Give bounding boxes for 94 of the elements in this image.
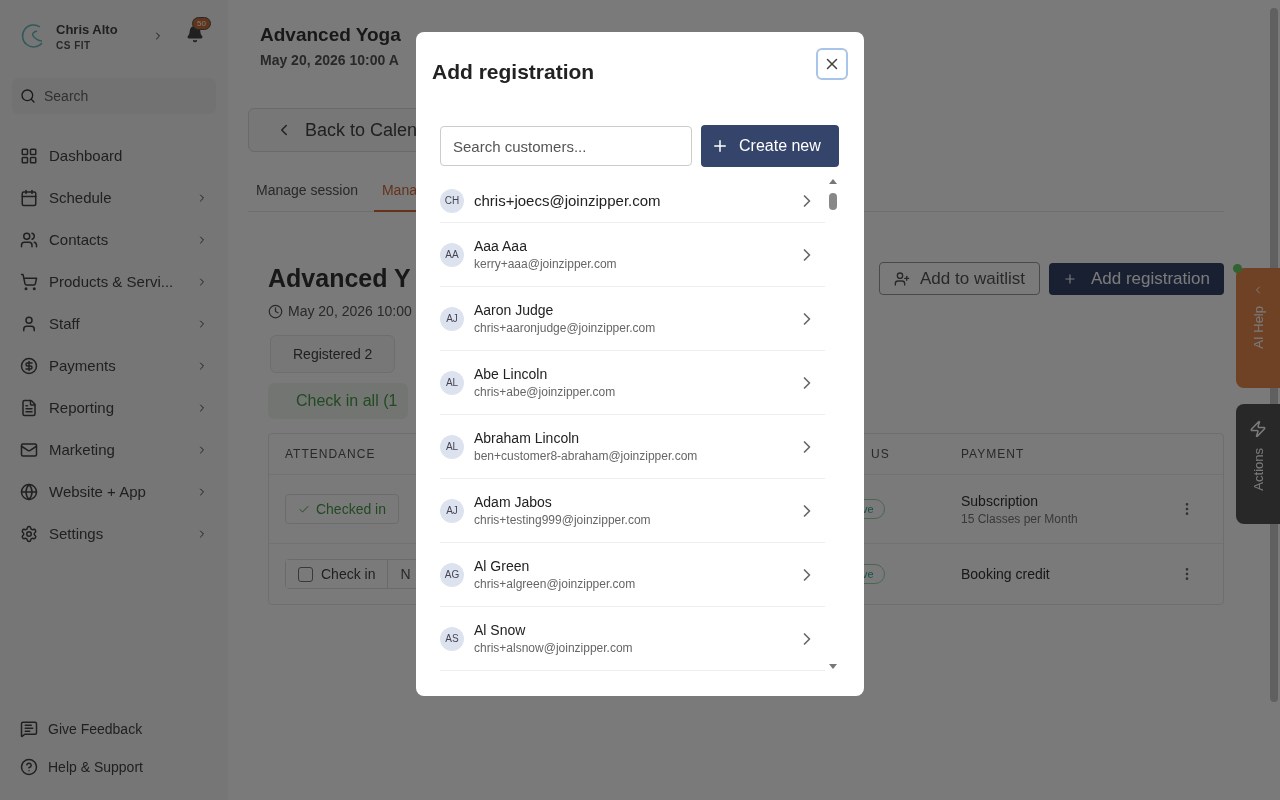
avatar: CH: [440, 188, 464, 213]
customer-name: Abe Lincoln: [474, 366, 549, 382]
table-cell-text: N: [399, 566, 411, 582]
customer-row[interactable]: AS Al Snow chris+alsnow@joinzipper.com: [440, 607, 825, 671]
page-date: May 20, 2026 10:00 A: [260, 52, 399, 68]
tab[interactable]: Manage session: [248, 176, 358, 212]
chat-icon: [20, 720, 38, 738]
dialog-title: Add registration: [432, 60, 595, 84]
add-to-waitlist-button[interactable]: Add to waitlist: [879, 262, 1040, 295]
help-icon: [20, 758, 38, 776]
plus-icon: [1062, 271, 1077, 286]
create-new-button[interactable]: Create new: [701, 125, 839, 167]
payment-text: Subscription: [961, 492, 1040, 509]
customer-email: chris+algreen@joinzipper.com: [474, 577, 637, 591]
customer-name: Abraham Lincoln: [474, 430, 581, 446]
dollar-icon: [20, 356, 38, 375]
sidebar-item[interactable]: Payments: [12, 346, 216, 385]
sidebar-item[interactable]: Staff: [12, 304, 216, 343]
customer-row[interactable]: AA Aaa Aaa kerry+aaa@joinzipper.com: [440, 223, 825, 287]
sidebar-link[interactable]: Help & Support: [12, 748, 216, 786]
sidebar-item[interactable]: Products & Servi...: [12, 262, 216, 301]
customer-row[interactable]: AJ Adam Jabos chris+testing999@joinzipper.com: [440, 479, 825, 543]
avatar: AA: [440, 242, 464, 267]
column-header: PAYMENT: [960, 446, 1026, 463]
close-button[interactable]: [816, 48, 848, 80]
document-icon: [20, 398, 38, 417]
business-name: CS FIT: [56, 39, 92, 51]
sidebar-item[interactable]: Reporting: [12, 388, 216, 427]
avatar: AJ: [440, 306, 464, 331]
customer-name: Aaron Judge: [474, 302, 555, 318]
bell-icon[interactable]: [186, 25, 204, 43]
dashboard-grid-icon: [20, 146, 38, 165]
avatar: AG: [440, 562, 464, 587]
mail-icon: [20, 440, 38, 459]
payment-detail: 15 Classes per Month: [961, 511, 1079, 526]
clock-icon: [268, 303, 283, 319]
online-dot: [1233, 264, 1242, 273]
customer-name: chris+joecs@joinzipper.com: [474, 192, 662, 209]
customer-email: ben+customer8-abraham@joinzipper.com: [474, 449, 699, 463]
notification-badge: 50: [192, 17, 211, 30]
people-icon: [20, 230, 38, 249]
avatar: AS: [440, 626, 464, 651]
account-name: Chris Alto: [56, 21, 119, 37]
plus-icon: [711, 137, 729, 155]
registered-filter[interactable]: Registered 2: [270, 335, 396, 373]
calendar-icon: [20, 188, 38, 207]
add-registration-button[interactable]: Add registration: [1048, 262, 1224, 295]
sidebar-item[interactable]: Schedule: [12, 178, 216, 217]
customer-email: chris+abe@joinzipper.com: [474, 385, 617, 399]
search-field[interactable]: Search: [44, 78, 208, 114]
customer-row[interactable]: AL Abraham Lincoln ben+customer8-abraham@joinzipper.com: [440, 415, 825, 479]
customer-name: Adam Jabos: [474, 494, 553, 510]
customer-email: kerry+aaa@joinzipper.com: [474, 257, 618, 271]
person-plus-icon: [894, 270, 911, 287]
check-in-button[interactable]: Check in: [286, 560, 389, 588]
customer-row[interactable]: AL Abe Lincoln chris+abe@joinzipper.com: [440, 351, 825, 415]
search-box[interactable]: Search: [12, 78, 216, 114]
avatar: AJ: [440, 498, 464, 523]
session-title: Advanced Y: [268, 264, 411, 293]
avatar: AL: [440, 370, 464, 395]
column-header: US: [870, 446, 891, 463]
settings-icon: [20, 524, 38, 543]
sidebar-item[interactable]: Dashboard: [12, 136, 216, 175]
customer-email: chris+testing999@joinzipper.com: [474, 513, 652, 527]
customer-name: Al Snow: [474, 622, 527, 638]
avatar: AL: [440, 434, 464, 459]
cart-icon: [20, 272, 38, 291]
lightning-icon: [1249, 420, 1267, 438]
person-icon: [20, 314, 38, 333]
page-title: Advanced Yoga: [260, 24, 401, 46]
checkbox[interactable]: [298, 566, 313, 582]
customer-name: Al Green: [474, 558, 531, 574]
side-panel-tab[interactable]: AI Help: [1236, 268, 1280, 388]
list-scrollbar[interactable]: [827, 179, 839, 669]
session-date: May 20, 2026 10:00: [288, 303, 412, 319]
side-panel-tab[interactable]: Actions: [1236, 404, 1280, 524]
customer-name: Aaa Aaa: [474, 238, 528, 254]
search-customers-field[interactable]: Search customers...: [440, 126, 692, 166]
sidebar-item[interactable]: Marketing: [12, 430, 216, 469]
customer-email: chris+alsnow@joinzipper.com: [474, 641, 634, 655]
column-header: ATTENDANCE: [284, 446, 377, 463]
sidebar-item[interactable]: Website + App: [12, 472, 216, 511]
search-icon: [20, 88, 36, 104]
customer-email: chris+aaronjudge@joinzipper.com: [474, 321, 657, 335]
customer-row[interactable]: AJ Aaron Judge chris+aaronjudge@joinzipper.com: [440, 287, 825, 351]
globe-icon: [20, 482, 38, 501]
sidebar-item[interactable]: Contacts: [12, 220, 216, 259]
payment-text: Booking credit: [961, 566, 1051, 582]
checked-in-button[interactable]: Checked in: [285, 494, 399, 524]
customer-row[interactable]: AG Al Green chris+algreen@joinzipper.com: [440, 543, 825, 607]
check-in-all-button[interactable]: Check in all (1: [268, 383, 408, 419]
customer-row[interactable]: CH chris+joecs@joinzipper.com: [440, 179, 825, 223]
sidebar-link[interactable]: Give Feedback: [12, 710, 216, 748]
sidebar-item[interactable]: Settings: [12, 514, 216, 553]
